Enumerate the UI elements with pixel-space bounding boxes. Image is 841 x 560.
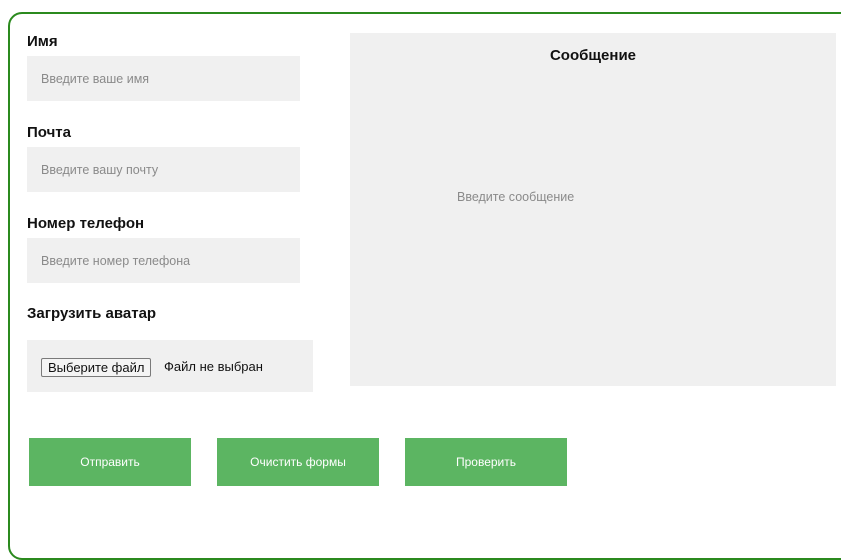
message-field: Сообщение <box>350 33 836 386</box>
avatar-file-field: Выберите файл Файл не выбран <box>27 340 313 392</box>
message-textarea[interactable] <box>350 33 836 386</box>
message-label: Сообщение <box>549 47 637 64</box>
phone-label: Номер телефон <box>27 215 145 232</box>
name-label: Имя <box>27 33 58 50</box>
check-button[interactable]: Проверить <box>405 438 567 486</box>
submit-button[interactable]: Отправить <box>29 438 191 486</box>
email-input[interactable] <box>27 147 300 192</box>
choose-file-button[interactable]: Выберите файл <box>41 358 152 377</box>
avatar-label: Загрузить аватар <box>27 305 157 322</box>
clear-forms-button[interactable]: Очистить формы <box>217 438 379 486</box>
name-input[interactable] <box>27 56 300 101</box>
phone-input[interactable] <box>27 238 300 283</box>
email-label: Почта <box>27 124 71 141</box>
file-status-text: Файл не выбран <box>164 359 263 374</box>
